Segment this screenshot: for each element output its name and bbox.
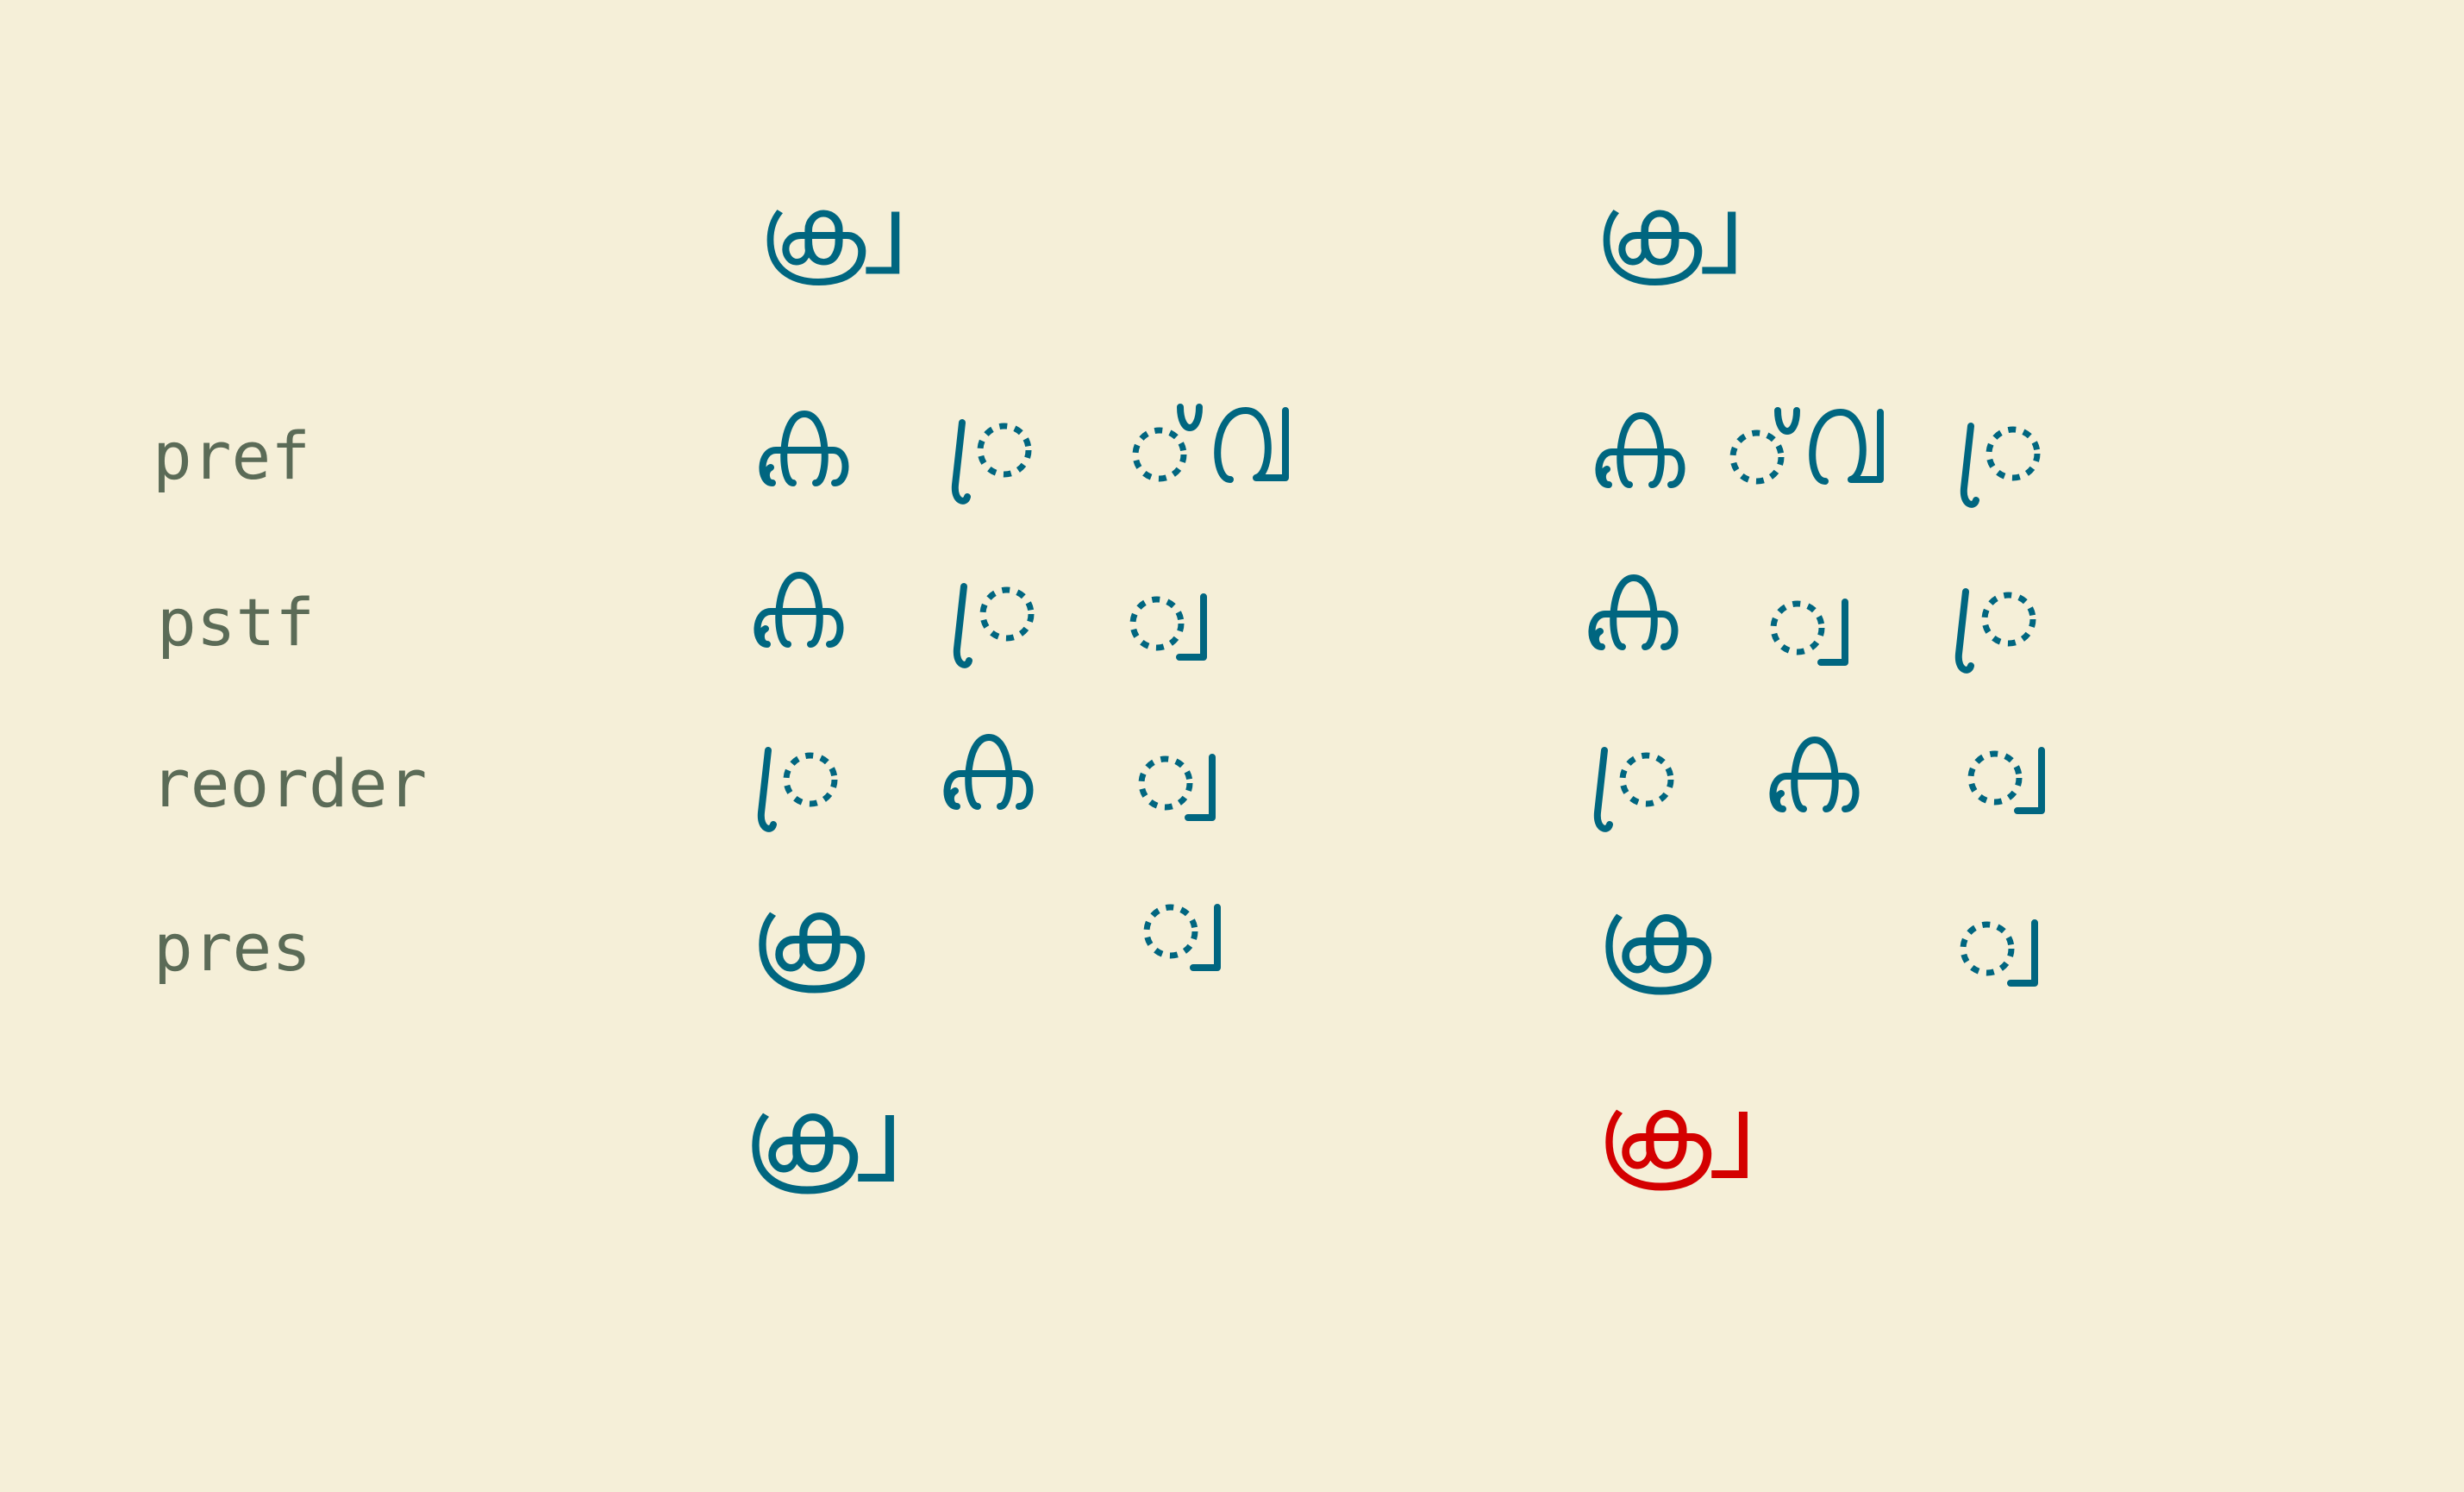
row-label-pstf: pstf [157, 584, 315, 661]
glyph-ka [757, 575, 840, 644]
pref-left [762, 407, 1285, 501]
result-right-mismatch: ക്വ്ര [1597, 1073, 1748, 1193]
result-left: ക്ര്വ [743, 1076, 894, 1196]
glyph-kra: ക്ര [1597, 877, 1712, 997]
pstf-left [757, 575, 1204, 665]
glyph-prebase-ra [1964, 426, 2037, 505]
shaping-diagram: ക്ര്വ ക്വ്ര pref pstf reorder pres ക്ര ക… [0, 0, 2464, 1492]
glyph-prebase-ra [761, 750, 835, 829]
glyph-ka [1592, 578, 1674, 647]
glyph-postbase-va [1963, 923, 2035, 983]
glyph-prebase-ra [1598, 750, 1671, 829]
glyph-virama-va [1135, 407, 1285, 480]
pref-right [1598, 411, 2037, 505]
glyph-postbase-va [1141, 757, 1212, 818]
pstf-right [1592, 578, 2033, 670]
glyph-postbase-va [1773, 602, 1845, 662]
pres-right: ക്ര [1597, 877, 2035, 997]
glyph-prebase-ra [955, 423, 1029, 501]
row-label-pref: pref [153, 417, 310, 494]
glyph-ka [1598, 416, 1681, 485]
title-left: ക്ര്വ [759, 175, 899, 287]
glyph-postbase-va [1147, 907, 1217, 968]
title-right: ക്വ്ര [1595, 175, 1735, 287]
glyph-postbase-va [1971, 750, 2042, 811]
glyph-ka [947, 737, 1029, 806]
pres-left: ക്ര [750, 875, 1217, 995]
glyph-ka [1773, 740, 1855, 809]
reorder-left [761, 737, 1212, 829]
row-label-reorder: reorder [151, 745, 427, 822]
glyph-virama-va [1733, 411, 1880, 481]
glyph-prebase-ra [1959, 592, 2033, 670]
diagram-canvas: ക്ര്വ ക്വ്ര pref pstf reorder pres ക്ര ക… [151, 175, 2464, 1196]
row-label-pres: pres [153, 909, 311, 986]
glyph-ka [762, 414, 845, 483]
glyph-prebase-ra [957, 586, 1031, 665]
glyph-kra: ക്ര [750, 875, 866, 995]
reorder-right [1598, 740, 2042, 829]
glyph-postbase-va [1133, 597, 1204, 657]
